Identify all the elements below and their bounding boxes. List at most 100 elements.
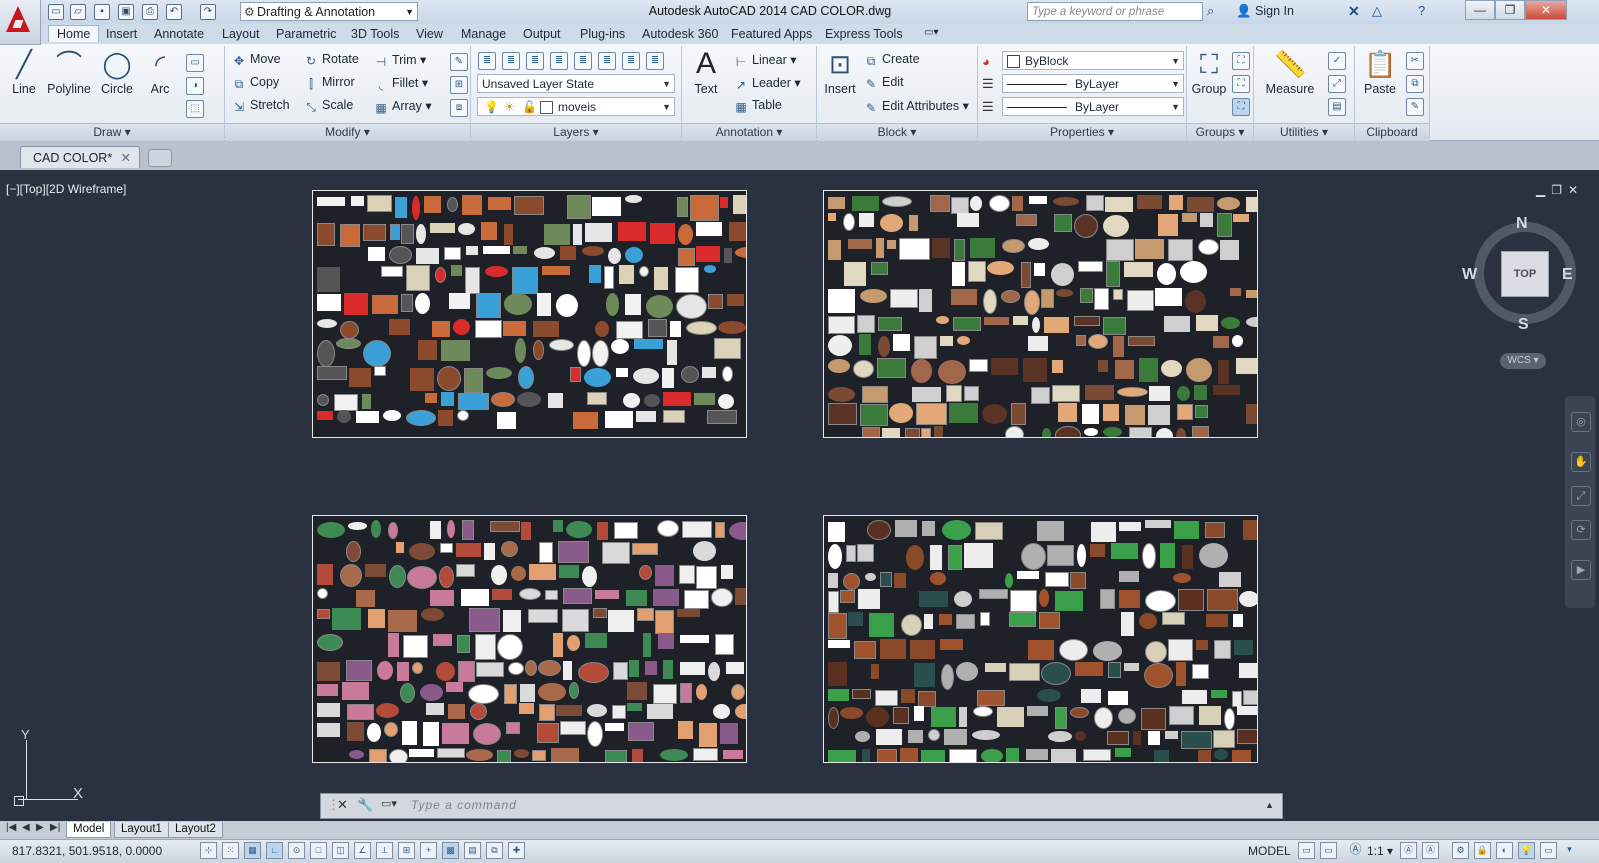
furniture-block[interactable] <box>497 412 516 429</box>
furniture-block[interactable] <box>678 224 693 245</box>
furniture-block[interactable] <box>451 265 462 276</box>
polar-tracking-icon[interactable]: ⊙ <box>288 842 305 859</box>
furniture-block[interactable] <box>435 267 446 283</box>
layer-icon[interactable]: ≣ <box>502 52 520 70</box>
furniture-block[interactable] <box>1088 334 1108 349</box>
furniture-block[interactable] <box>934 426 943 437</box>
file-tab-cad-color[interactable]: CAD COLOR* ✕ <box>20 146 140 168</box>
furniture-block[interactable] <box>504 293 532 315</box>
furniture-block[interactable] <box>317 634 343 651</box>
furniture-block[interactable] <box>559 565 579 578</box>
furniture-block[interactable] <box>521 522 531 540</box>
furniture-block[interactable] <box>332 608 361 630</box>
furniture-block[interactable] <box>735 704 746 719</box>
furniture-block[interactable] <box>1230 288 1241 296</box>
furniture-block[interactable] <box>858 589 880 609</box>
furniture-block[interactable] <box>940 336 953 346</box>
furniture-block[interactable] <box>1236 358 1257 374</box>
group-selection-icon[interactable]: ⛶ <box>1232 98 1250 116</box>
furniture-block[interactable] <box>663 392 691 406</box>
zoom-extents-icon[interactable]: ⤢ <box>1571 486 1591 506</box>
furniture-block[interactable] <box>936 316 949 324</box>
furniture-block[interactable] <box>519 588 541 600</box>
furniture-block[interactable] <box>859 334 871 355</box>
layer-icon[interactable]: ≣ <box>526 52 544 70</box>
furniture-block[interactable] <box>1083 749 1111 761</box>
furniture-block[interactable] <box>388 522 398 539</box>
furniture-block[interactable] <box>1055 426 1081 437</box>
furniture-block[interactable] <box>1094 707 1113 729</box>
furniture-block[interactable] <box>440 543 453 553</box>
rotate-button[interactable]: ↻ Rotate <box>304 52 359 68</box>
furniture-block[interactable] <box>597 522 608 540</box>
furniture-block[interactable] <box>567 195 591 219</box>
furniture-block[interactable] <box>604 266 614 289</box>
furniture-block[interactable] <box>539 542 553 563</box>
furniture-block[interactable] <box>348 522 367 530</box>
furniture-block[interactable] <box>418 340 437 360</box>
furniture-block[interactable] <box>1032 317 1040 333</box>
furniture-block[interactable] <box>1217 197 1240 210</box>
compass-north[interactable]: N <box>1516 215 1528 233</box>
quick-view-layouts-icon[interactable]: ▭ <box>1298 842 1315 859</box>
furniture-block[interactable] <box>715 522 725 538</box>
furniture-block[interactable] <box>1103 215 1129 237</box>
furniture-block[interactable] <box>389 565 406 588</box>
furniture-block[interactable] <box>464 368 483 393</box>
furniture-block[interactable] <box>533 340 544 360</box>
furniture-block[interactable] <box>436 662 455 681</box>
furniture-block[interactable] <box>1224 708 1235 730</box>
furniture-block[interactable] <box>627 703 642 711</box>
modify-panel-title[interactable]: Modify ▾ <box>225 123 470 141</box>
furniture-block[interactable] <box>1045 572 1069 587</box>
furniture-block[interactable] <box>1194 385 1207 400</box>
furniture-block[interactable] <box>989 195 1010 212</box>
furniture-block[interactable] <box>465 267 480 294</box>
furniture-block[interactable] <box>515 338 526 363</box>
annotation-panel-title[interactable]: Annotation ▾ <box>682 123 816 141</box>
furniture-block[interactable] <box>983 289 997 314</box>
furniture-block[interactable] <box>317 411 333 420</box>
furniture-block[interactable] <box>972 730 1000 740</box>
furniture-block[interactable] <box>857 544 874 562</box>
furniture-block[interactable] <box>682 521 712 538</box>
furniture-block[interactable] <box>1042 428 1051 437</box>
furniture-block[interactable] <box>317 366 347 380</box>
furniture-block[interactable] <box>964 543 993 568</box>
furniture-block[interactable] <box>592 197 621 216</box>
furniture-block[interactable] <box>1055 707 1067 729</box>
furniture-block[interactable] <box>828 591 839 613</box>
furniture-block[interactable] <box>1119 590 1140 608</box>
furniture-block[interactable] <box>367 723 381 742</box>
furniture-block[interactable] <box>1106 239 1134 261</box>
furniture-block[interactable] <box>389 749 408 762</box>
polyline-button[interactable]: ⌒ Polyline <box>44 48 94 96</box>
furniture-block[interactable] <box>1168 639 1193 661</box>
furniture-block[interactable] <box>918 691 936 707</box>
furniture-block[interactable] <box>949 749 977 762</box>
furniture-block[interactable] <box>485 266 508 277</box>
calculator-icon[interactable]: ▤ <box>1328 98 1346 116</box>
furniture-block[interactable] <box>828 707 839 729</box>
furniture-block[interactable] <box>1160 543 1175 568</box>
quick-view-drawings-icon[interactable]: ▭ <box>1320 842 1337 859</box>
furniture-block[interactable] <box>511 566 526 581</box>
quick-select-icon[interactable]: ✓ <box>1328 52 1346 70</box>
furniture-block[interactable] <box>956 614 975 629</box>
furniture-block[interactable] <box>914 663 935 687</box>
furniture-block[interactable] <box>1139 613 1157 629</box>
furniture-blocks-frame[interactable] <box>312 515 747 763</box>
furniture-block[interactable] <box>628 722 654 741</box>
furniture-block[interactable] <box>1232 335 1243 347</box>
furniture-block[interactable] <box>363 224 386 241</box>
furniture-block[interactable] <box>942 520 971 540</box>
furniture-block[interactable] <box>843 213 855 231</box>
furniture-block[interactable] <box>721 565 733 579</box>
furniture-block[interactable] <box>715 634 734 655</box>
open-icon[interactable]: ▱ <box>70 4 86 20</box>
furniture-block[interactable] <box>389 319 410 335</box>
furniture-block[interactable] <box>592 340 609 367</box>
furniture-block[interactable] <box>497 750 511 762</box>
furniture-block[interactable] <box>647 704 673 719</box>
furniture-block[interactable] <box>916 403 947 425</box>
